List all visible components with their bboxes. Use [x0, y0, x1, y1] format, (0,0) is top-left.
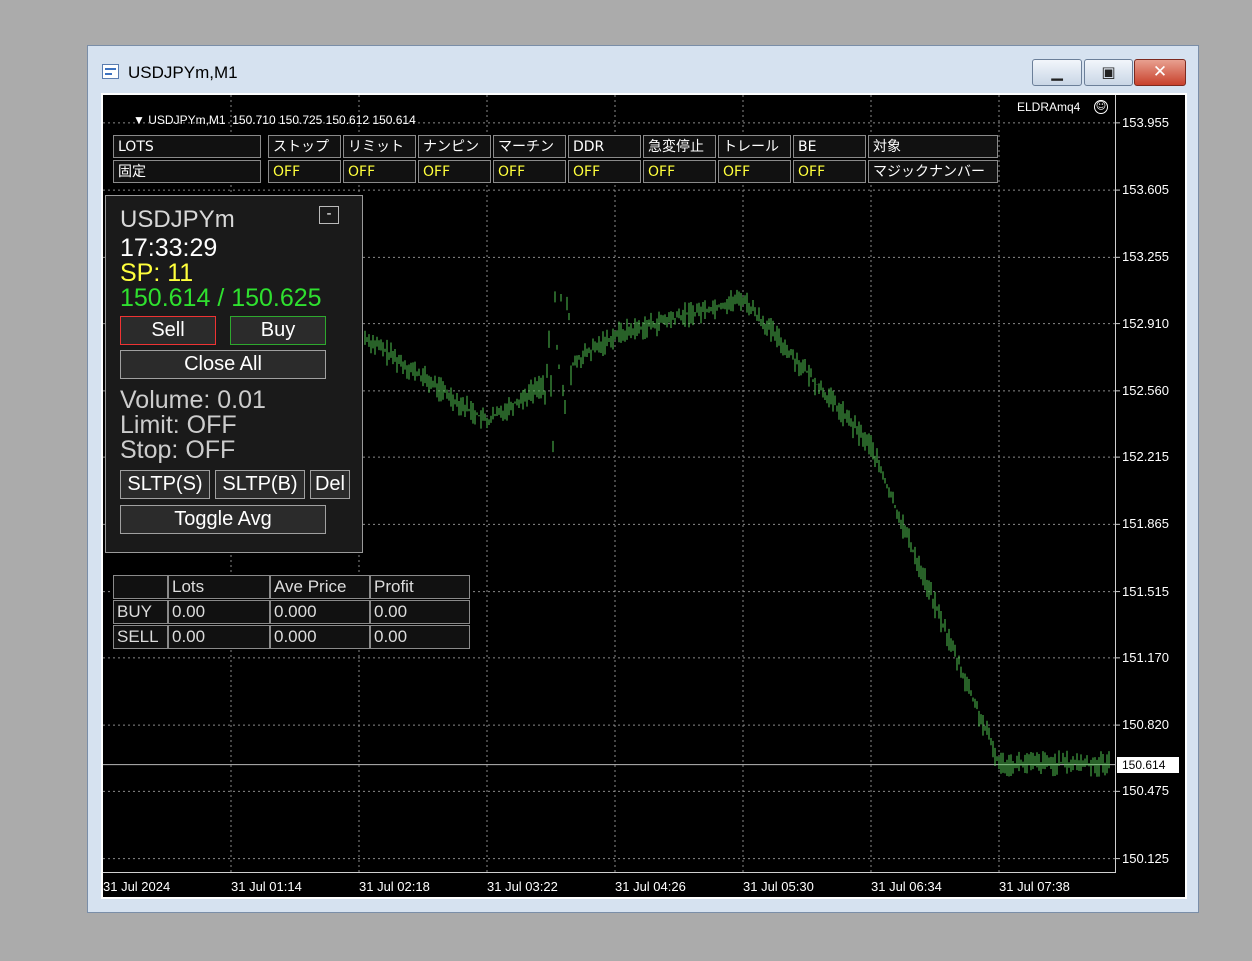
- current-price-label: 150.614: [1117, 756, 1179, 773]
- setting-label: トレール: [718, 135, 791, 158]
- setting-value[interactable]: 固定: [113, 160, 261, 183]
- price-axis-label: 151.170: [1122, 649, 1169, 665]
- time-axis-label: 31 Jul 04:26: [615, 879, 686, 894]
- positions-cell: BUY: [113, 600, 168, 624]
- setting-value[interactable]: OFF: [493, 160, 566, 183]
- positions-cell: SELL: [113, 625, 168, 649]
- price-axis-label: 152.560: [1122, 382, 1169, 398]
- time-axis-label: 31 Jul 03:22: [487, 879, 558, 894]
- panel-symbol: USDJPYm: [120, 206, 235, 233]
- setting-column: DDR OFF: [568, 135, 641, 185]
- time-axis-label: 31 Jul 05:30: [743, 879, 814, 894]
- window-title: USDJPYm,M1: [128, 63, 238, 82]
- maximize-icon: ▣: [1101, 63, 1116, 81]
- price-axis-label: 153.955: [1122, 114, 1169, 130]
- positions-header-cell: Ave Price: [270, 575, 370, 599]
- price-axis-label: 150.820: [1122, 717, 1169, 733]
- price-axis-label: 150.475: [1122, 783, 1169, 799]
- setting-label: 急変停止: [643, 135, 716, 158]
- chart-area[interactable]: ▼ USDJPYm,M1 150.710 150.725 150.612 150…: [101, 93, 1187, 899]
- expert-advisor-name: ELDRAmq4: [1017, 100, 1081, 114]
- bid-ask-value: 150.614 / 150.625: [120, 284, 322, 312]
- setting-label: LOTS: [113, 135, 261, 158]
- setting-value[interactable]: OFF: [343, 160, 416, 183]
- time-axis-label: 31 Jul 06:34: [871, 879, 942, 894]
- setting-column: LOTS 固定: [113, 135, 261, 185]
- setting-label: DDR: [568, 135, 641, 158]
- dropdown-triangle-icon[interactable]: ▼: [133, 113, 145, 127]
- price-axis-label: 151.865: [1122, 516, 1169, 532]
- trade-panel: USDJPYm - 17:33:29 SP: 11 150.614 / 150.…: [105, 195, 363, 553]
- setting-label: ナンピン: [418, 135, 491, 158]
- positions-header-cell: [113, 575, 168, 599]
- smiley-icon[interactable]: ☺: [1094, 100, 1108, 114]
- buy-button[interactable]: Buy: [230, 316, 326, 345]
- setting-column: 対象 マジックナンバー: [868, 135, 998, 185]
- close-all-button[interactable]: Close All: [120, 350, 326, 379]
- price-axis-label: 152.215: [1122, 449, 1169, 465]
- setting-label: ストップ: [268, 135, 341, 158]
- setting-value[interactable]: OFF: [643, 160, 716, 183]
- setting-label: BE: [793, 135, 866, 158]
- time-axis-label: 31 Jul 02:18: [359, 879, 430, 894]
- positions-header-cell: Lots: [168, 575, 270, 599]
- stop-label: Stop: OFF: [120, 436, 236, 464]
- setting-label: 対象: [868, 135, 998, 158]
- delete-button[interactable]: Del: [310, 470, 350, 499]
- price-axis-label: 150.125: [1122, 850, 1169, 866]
- toggle-avg-button[interactable]: Toggle Avg: [120, 505, 326, 534]
- price-bars: [364, 289, 1110, 777]
- positions-cell: 0.00: [370, 600, 470, 624]
- chart-window-icon: [102, 64, 119, 79]
- price-axis-label: 152.910: [1122, 315, 1169, 331]
- positions-cell: 0.00: [168, 600, 270, 624]
- price-axis-label: 151.515: [1122, 583, 1169, 599]
- setting-label: リミット: [343, 135, 416, 158]
- setting-value[interactable]: OFF: [568, 160, 641, 183]
- sltp-buy-button[interactable]: SLTP(B): [215, 470, 305, 499]
- title-bar[interactable]: USDJPYm,M1 ▁ ▣ ✕: [88, 46, 1198, 92]
- positions-cell: 0.000: [270, 600, 370, 624]
- sell-button[interactable]: Sell: [120, 316, 216, 345]
- setting-value[interactable]: OFF: [718, 160, 791, 183]
- maximize-button[interactable]: ▣: [1084, 59, 1133, 86]
- positions-cell: 0.00: [168, 625, 270, 649]
- setting-column: 急変停止 OFF: [643, 135, 716, 185]
- time-axis-label: 31 Jul 2024: [103, 879, 171, 894]
- setting-column: リミット OFF: [343, 135, 416, 185]
- positions-cell: 0.000: [270, 625, 370, 649]
- sltp-sell-button[interactable]: SLTP(S): [120, 470, 210, 499]
- setting-value[interactable]: OFF: [793, 160, 866, 183]
- symbol-ohlc: USDJPYm,M1 150.710 150.725 150.612 150.6…: [148, 113, 416, 127]
- time-axis-label: 31 Jul 07:38: [999, 879, 1070, 894]
- setting-column: ストップ OFF: [268, 135, 341, 185]
- setting-column: トレール OFF: [718, 135, 791, 185]
- setting-value[interactable]: OFF: [268, 160, 341, 183]
- setting-label: マーチン: [493, 135, 566, 158]
- minimize-button[interactable]: ▁: [1032, 59, 1082, 86]
- setting-column: マーチン OFF: [493, 135, 566, 185]
- price-axis-label: 153.605: [1122, 182, 1169, 198]
- price-axis-label: 153.255: [1122, 249, 1169, 265]
- close-icon: ✕: [1152, 62, 1168, 82]
- terminal-window: USDJPYm,M1 ▁ ▣ ✕ ▼ USDJPYm,M1 150.710 15…: [87, 45, 1199, 913]
- positions-header-cell: Profit: [370, 575, 470, 599]
- panel-minimize-button[interactable]: -: [319, 206, 339, 224]
- setting-value[interactable]: OFF: [418, 160, 491, 183]
- setting-column: ナンピン OFF: [418, 135, 491, 185]
- close-button[interactable]: ✕: [1134, 59, 1186, 86]
- time-axis-label: 31 Jul 01:14: [231, 879, 302, 894]
- setting-value[interactable]: マジックナンバー: [868, 160, 998, 183]
- positions-cell: 0.00: [370, 625, 470, 649]
- setting-column: BE OFF: [793, 135, 866, 185]
- minimize-icon: ▁: [1051, 63, 1063, 81]
